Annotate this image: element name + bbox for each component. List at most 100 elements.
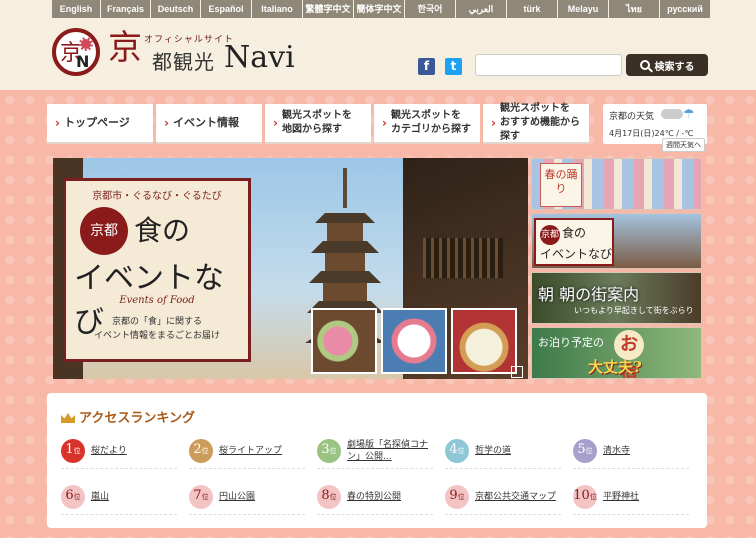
rank-badge: 5位	[573, 438, 597, 463]
ranking-item[interactable]: 6 位嵐山	[61, 479, 177, 515]
ranking-link[interactable]: 嵐山	[91, 491, 109, 503]
lang-traditional-chinese[interactable]: 繁體字中文	[303, 0, 353, 18]
lang-french[interactable]: Français	[101, 0, 150, 18]
logo-big-kanji[interactable]: 京	[108, 28, 142, 68]
banner-food-events-label: 京都 食の イベントなび	[534, 218, 614, 266]
nav-spots-category[interactable]: › 観光スポットを カテゴリから探す	[374, 104, 480, 144]
logo-navi-text[interactable]: Navi	[224, 40, 295, 75]
chevron-right-icon: ›	[273, 116, 278, 130]
lang-german[interactable]: Deutsch	[151, 0, 200, 18]
logo-official-label: オフィシャルサイト	[144, 35, 234, 45]
banner-food-events[interactable]: 京都 食の イベントなび	[531, 213, 702, 269]
lang-russian[interactable]: русский	[660, 0, 710, 18]
ranking-item[interactable]: 4 位哲学の道	[445, 433, 561, 469]
ranking-item[interactable]: 8 位春の特別公開	[317, 479, 433, 515]
global-nav: › トップページ › イベント情報 › 観光スポットを 地図から探す › 観光スポ…	[47, 103, 589, 144]
rank-badge: 3位	[317, 438, 341, 463]
ranking-item[interactable]: 5 位清水寺	[573, 433, 689, 469]
site-header: 京 N 京 オフィシャルサイト 都観光 Navi f t 検索する	[0, 22, 756, 90]
lang-english[interactable]: English	[52, 0, 100, 18]
banner-spring-dance[interactable]: 春の踊り	[531, 158, 702, 210]
ranking-link[interactable]: 清水寺	[603, 445, 630, 457]
chevron-right-icon: ›	[382, 116, 387, 130]
search-button[interactable]: 検索する	[626, 54, 708, 76]
ranking-list: 1 位桜だより 2 位桜ライトアップ 3 位劇場版「名探偵コナン」公開... 4 位哲学の道 5…	[61, 433, 701, 515]
nav-spots-recommend[interactable]: › 観光スポットを おすすめ機能から探す	[483, 103, 589, 144]
sweets-image-3	[451, 308, 517, 374]
ranking-link[interactable]: 桜ライトアップ	[219, 445, 282, 457]
rank-badge: 2位	[189, 438, 213, 463]
expand-icon[interactable]	[511, 366, 523, 378]
rank-badge: 6位	[61, 484, 85, 509]
ranking-link[interactable]: 桜だより	[91, 445, 127, 457]
banner-lodging-title: 大丈夫?	[588, 358, 642, 376]
banner-food-seal: 京都	[540, 225, 560, 245]
ranking-item[interactable]: 1 位桜だより	[61, 433, 177, 469]
main-area: › トップページ › イベント情報 › 観光スポットを 地図から探す › 観光スポ…	[0, 90, 756, 538]
ranking-link[interactable]: 春の特別公開	[347, 491, 401, 503]
weekly-weather-link[interactable]: 週間天気へ	[662, 138, 705, 152]
nav-event-info[interactable]: › イベント情報	[156, 104, 262, 144]
nav-label: イベント情報	[172, 116, 239, 129]
banner-lodging-sub: お泊り予定の	[538, 336, 604, 349]
access-ranking: アクセスランキング 1 位桜だより 2 位桜ライトアップ 3 位劇場版「名探偵コナン」公開…	[47, 393, 707, 528]
rank-badge: 4位	[445, 438, 469, 463]
nav-top-page[interactable]: › トップページ	[47, 104, 153, 144]
lang-italian[interactable]: Italiano	[252, 0, 302, 18]
rank-badge: 8位	[317, 484, 341, 509]
logo-kyoto-text[interactable]: 都観光	[152, 46, 215, 75]
ranking-title: アクセスランキング	[61, 407, 195, 426]
search-button-label: 検索する	[654, 61, 695, 73]
lang-spanish[interactable]: Español	[201, 0, 251, 18]
lang-simplified-chinese[interactable]: 簡体字中文	[354, 0, 404, 18]
search-input[interactable]	[475, 54, 622, 76]
nav-spots-map[interactable]: › 観光スポットを 地図から探す	[265, 104, 371, 144]
banner-morning-guide[interactable]: 朝 朝の街案内 いつもより早起きして街をぶらり	[531, 272, 702, 324]
lang-malay[interactable]: Melayu	[558, 0, 608, 18]
facebook-icon[interactable]: f	[418, 58, 435, 75]
twitter-icon[interactable]: t	[445, 58, 462, 75]
banner-morning-sub: いつもより早起きして街をぶらり	[574, 306, 694, 315]
ranking-item[interactable]: 2 位桜ライトアップ	[189, 433, 305, 469]
sweets-image-2	[381, 308, 447, 374]
nav-label: 観光スポットを 地図から探す	[281, 110, 352, 135]
sweets-thumbnails	[311, 308, 517, 374]
search-icon	[639, 60, 650, 70]
language-bar: English Français Deutsch Español Italian…	[0, 0, 756, 22]
lang-turkish[interactable]: türk	[507, 0, 557, 18]
ranking-link[interactable]: 劇場版「名探偵コナン」公開...	[347, 439, 433, 463]
lang-arabic[interactable]: العربي	[456, 0, 506, 18]
crown-icon	[61, 413, 75, 423]
ranking-link[interactable]: 哲学の道	[475, 445, 511, 457]
hero-seal: 京都	[80, 207, 128, 255]
hero-slideshow[interactable]: 京都市・ぐるなび・ぐるたび 京都 食の イベントなび Events of Foo…	[53, 158, 528, 379]
hero-description: 京都の「食」に関する イベント情報をまるごとお届け	[93, 317, 220, 341]
lang-korean[interactable]: 한국어	[405, 0, 455, 18]
flower-icon	[79, 37, 93, 51]
nav-label: 観光スポットを おすすめ機能から探す	[499, 103, 580, 142]
nav-label: トップページ	[63, 116, 130, 129]
chevron-right-icon: ›	[164, 116, 169, 130]
ranking-item[interactable]: 10 位平野神社	[573, 479, 689, 515]
hero-card[interactable]: 京都市・ぐるなび・ぐるたび 京都 食の イベントなび Events of Foo…	[63, 178, 251, 362]
lang-thai[interactable]: ไทย	[609, 0, 659, 18]
rank-badge: 9位	[445, 484, 469, 509]
hero-english: Events of Food	[119, 295, 195, 306]
ranking-link[interactable]: 京都公共交通マップ	[475, 491, 556, 503]
rank-badge: 10 位	[573, 484, 597, 509]
banner-lodging[interactable]: お泊り予定の お宿 大丈夫?	[531, 327, 702, 379]
hero-subtitle: 京都市・ぐるなび・ぐるたび	[92, 191, 222, 202]
ranking-link[interactable]: 平野神社	[603, 491, 639, 503]
nav-label: 観光スポットを カテゴリから探す	[390, 110, 471, 135]
ranking-item[interactable]: 9 位京都公共交通マップ	[445, 479, 561, 515]
ranking-link[interactable]: 円山公園	[219, 491, 255, 503]
ranking-item[interactable]: 3 位劇場版「名探偵コナン」公開...	[317, 433, 433, 469]
sweets-image-1	[311, 308, 377, 374]
ranking-item[interactable]: 7 位円山公園	[189, 479, 305, 515]
hero-title-1: 食の	[134, 214, 191, 247]
logo-emblem[interactable]: 京 N	[52, 28, 100, 76]
rank-badge: 1位	[61, 438, 85, 463]
chevron-right-icon: ›	[491, 116, 496, 130]
logo-emblem-letter: N	[76, 52, 90, 71]
banner-spring-dance-label: 春の踊り	[540, 163, 582, 207]
